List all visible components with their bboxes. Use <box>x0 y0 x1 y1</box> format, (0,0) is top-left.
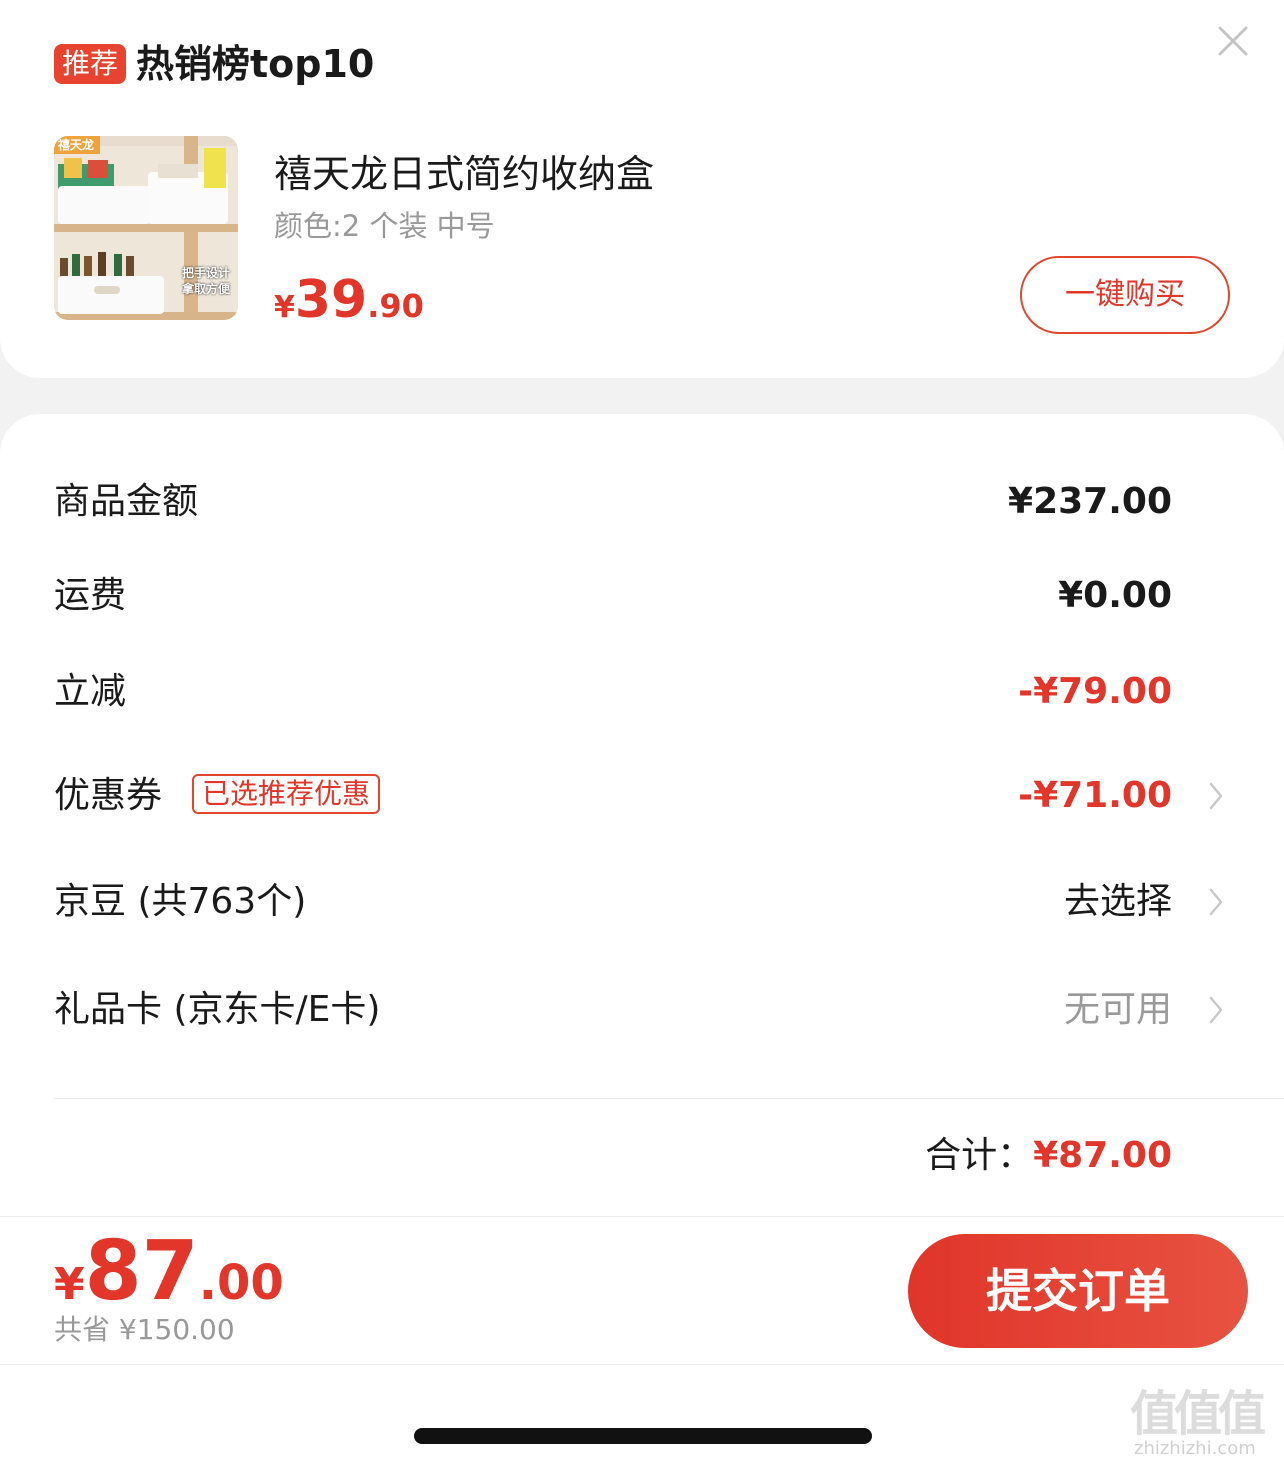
product-spec: 颜色:2 个装 中号 <box>274 209 495 243</box>
jingdou-label: 京豆 (共763个) <box>54 881 307 922</box>
instant-discount-label: 立减 <box>54 671 127 712</box>
order-total-value: ¥87.00 <box>1033 1135 1172 1176</box>
order-total: 合计：¥87.00 <box>925 1128 1172 1184</box>
coupon-value: -¥71.00 <box>1018 775 1172 816</box>
row-goods-amount: 商品金额 ¥237.00 <box>54 472 1230 532</box>
row-gift-card[interactable]: 礼品卡 (京东卡/E卡) 无可用 <box>54 980 1230 1040</box>
row-shipping: 运费 ¥0.00 <box>54 566 1230 626</box>
product-image[interactable]: 禧天龙 把手设计 拿取方便 <box>54 136 238 320</box>
one-click-buy-button[interactable]: 一键购买 <box>1020 256 1230 334</box>
row-jingdou[interactable]: 京豆 (共763个) 去选择 <box>54 872 1230 932</box>
row-coupon[interactable]: 优惠券 已选推荐优惠 -¥71.00 <box>54 766 1230 826</box>
instant-discount-value: -¥79.00 <box>1018 671 1172 712</box>
summary-divider <box>54 1098 1284 1099</box>
total-saved: 共省 ¥150.00 <box>54 1313 235 1346</box>
submit-order-button[interactable]: 提交订单 <box>908 1234 1248 1348</box>
checkout-page: 推荐 热销榜top10 禧天龙 把手设计 拿取方便 禧天龙日式简约收纳盒 颜色:… <box>0 0 1284 1468</box>
shipping-label: 运费 <box>54 575 127 616</box>
chevron-right-icon <box>1209 888 1223 916</box>
product-image-brand: 禧天龙 <box>58 138 95 152</box>
shipping-value: ¥0.00 <box>1058 575 1172 616</box>
product-price: ¥39.90 <box>274 268 424 344</box>
chevron-right-icon <box>1209 996 1223 1024</box>
payable-price-integer: 87 <box>84 1224 199 1319</box>
product-image-caption-1: 把手设计 <box>182 266 231 280</box>
coupon-label: 优惠券 <box>54 775 163 816</box>
goods-amount-value: ¥237.00 <box>1008 481 1172 522</box>
footer-divider <box>0 1216 1284 1217</box>
home-indicator[interactable] <box>414 1428 872 1444</box>
recommend-card: 推荐 热销榜top10 禧天龙 把手设计 拿取方便 禧天龙日式简约收纳盒 颜色:… <box>0 0 1284 378</box>
jingdou-value: 去选择 <box>1063 881 1172 922</box>
product-price-currency: ¥ <box>274 290 295 325</box>
close-icon[interactable] <box>1214 22 1252 60</box>
chevron-right-icon <box>1209 782 1223 810</box>
recommend-badge: 推荐 <box>54 44 126 84</box>
order-total-label: 合计： <box>925 1135 1034 1176</box>
row-instant-discount: 立减 -¥79.00 <box>54 662 1230 722</box>
gift-card-label: 礼品卡 (京东卡/E卡) <box>54 989 381 1030</box>
payable-price-currency: ¥ <box>54 1259 85 1310</box>
goods-amount-label: 商品金额 <box>54 481 199 522</box>
product-price-decimal: .90 <box>367 287 424 325</box>
product-image-caption-2: 拿取方便 <box>182 282 231 296</box>
product-name[interactable]: 禧天龙日式简约收纳盒 <box>274 148 654 200</box>
payable-price-decimal: .00 <box>198 1255 284 1311</box>
gift-card-value: 无可用 <box>1063 989 1172 1030</box>
bottom-divider <box>0 1364 1284 1365</box>
recommend-title: 热销榜top10 <box>136 42 375 86</box>
watermark-glyphs: 值值值 <box>1130 1386 1266 1442</box>
watermark: 值值值 zhizhizhi.com <box>1130 1386 1280 1466</box>
product-price-integer: 39 <box>294 270 368 330</box>
coupon-selected-tag: 已选推荐优惠 <box>192 774 381 814</box>
watermark-url: zhizhizhi.com <box>1134 1438 1256 1459</box>
